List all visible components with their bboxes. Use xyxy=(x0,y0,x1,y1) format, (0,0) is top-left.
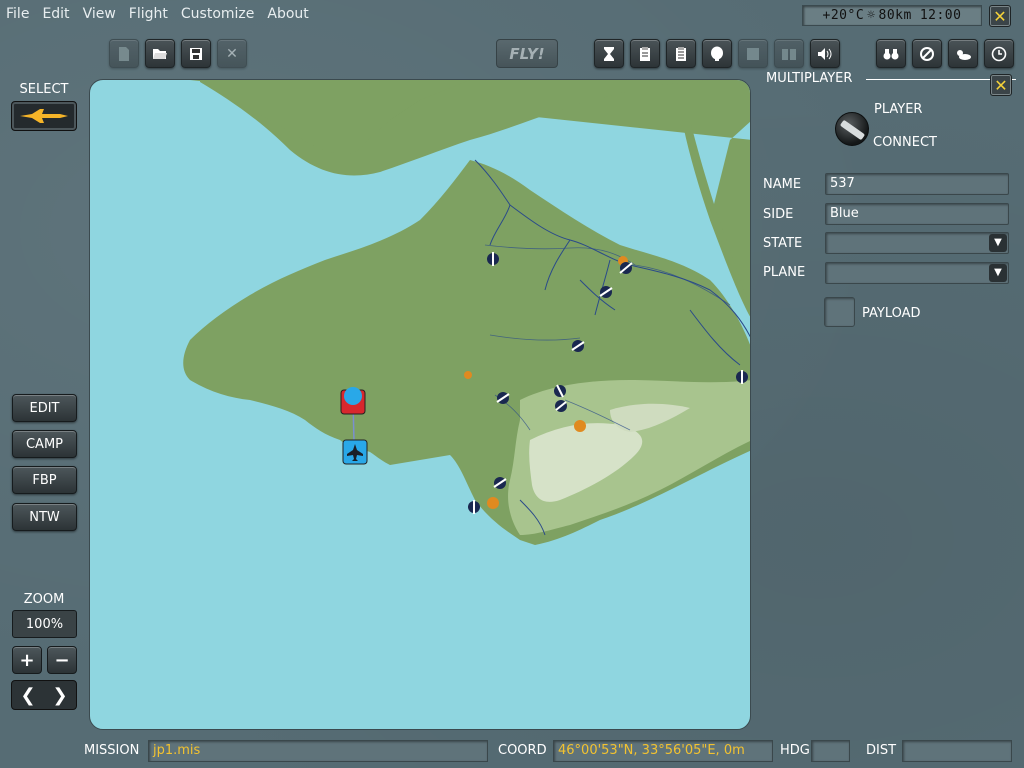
close-x-icon: ✕ xyxy=(226,45,238,62)
name-field[interactable]: 537 xyxy=(825,173,1009,195)
multiplayer-title: MULTIPLAYER xyxy=(766,71,853,86)
town-marker xyxy=(574,420,586,432)
zoom-label: ZOOM xyxy=(23,592,65,607)
airfield-marker[interactable] xyxy=(493,477,507,489)
temperature-text: +20°C xyxy=(822,8,865,23)
weather-readout: +20°C ☼ 80km 12:00 xyxy=(802,5,982,26)
mode-selector-knob[interactable] xyxy=(835,112,869,146)
map-page-button[interactable] xyxy=(738,39,768,68)
plane-label: PLANE xyxy=(763,265,806,280)
town-marker xyxy=(487,497,499,509)
state-label: STATE xyxy=(763,236,803,251)
save-mission-button[interactable] xyxy=(181,39,211,68)
open-folder-icon xyxy=(153,48,167,59)
book-button[interactable] xyxy=(774,39,804,68)
menu-edit[interactable]: Edit xyxy=(42,6,69,22)
clock-button[interactable] xyxy=(984,39,1014,68)
close-mission-button[interactable]: ✕ xyxy=(217,39,247,68)
pan-left-button[interactable]: ❮ xyxy=(13,685,43,706)
close-icon: ✕ xyxy=(993,6,1007,26)
checklist-button[interactable] xyxy=(666,39,696,68)
chevron-down-icon[interactable]: ▼ xyxy=(989,234,1007,252)
hdg-field xyxy=(811,740,850,762)
fly-button[interactable]: FLY! xyxy=(496,39,558,68)
hdg-label: HDG xyxy=(780,743,810,758)
new-file-icon xyxy=(119,46,129,61)
checklist-icon xyxy=(676,46,686,61)
coord-field: 46°00'53"N, 33°56'05"E, 0m xyxy=(553,740,773,762)
weather-cloud-icon xyxy=(957,49,971,60)
new-mission-button[interactable] xyxy=(109,39,139,68)
open-mission-button[interactable] xyxy=(145,39,175,68)
crimea-peninsula-land xyxy=(183,160,750,545)
no-entry-button[interactable] xyxy=(912,39,942,68)
select-plane-button[interactable] xyxy=(11,101,77,131)
dist-field xyxy=(902,740,1012,762)
speaker-icon xyxy=(818,47,832,60)
player-option[interactable]: PLAYER xyxy=(874,102,922,117)
payload-label: PAYLOAD xyxy=(862,306,921,321)
sound-button[interactable] xyxy=(810,39,840,68)
briefing-button[interactable] xyxy=(630,39,660,68)
side-field[interactable]: Blue xyxy=(825,203,1009,225)
airfield-marker[interactable] xyxy=(619,262,633,274)
payload-checkbox[interactable] xyxy=(824,297,855,327)
airfield-marker[interactable] xyxy=(496,392,510,404)
menu-flight[interactable]: Flight xyxy=(129,6,168,22)
dist-label: DIST xyxy=(866,743,897,758)
menu-customize[interactable]: Customize xyxy=(181,6,255,22)
map-canvas xyxy=(183,80,750,545)
binoculars-icon xyxy=(883,48,899,59)
map-page-icon xyxy=(747,47,759,60)
no-entry-icon xyxy=(920,46,934,61)
plane-dropdown[interactable]: ▼ xyxy=(825,262,1009,284)
name-label: NAME xyxy=(763,177,802,192)
coord-label: COORD xyxy=(498,743,547,758)
camp-button[interactable]: CAMP xyxy=(12,430,77,458)
close-app-button[interactable]: ✕ xyxy=(989,5,1011,27)
state-dropdown[interactable]: ▼ xyxy=(825,232,1009,254)
save-disk-icon xyxy=(190,47,202,60)
pilot-head-icon xyxy=(711,46,723,61)
player-aircraft-marker[interactable] xyxy=(342,439,368,465)
mission-map[interactable] xyxy=(89,79,751,730)
close-icon: ✕ xyxy=(994,75,1008,95)
zoom-out-button[interactable]: − xyxy=(47,646,77,674)
mission-field: jp1.mis xyxy=(148,740,488,762)
connect-option[interactable]: CONNECT xyxy=(873,135,937,150)
menu-file[interactable]: File xyxy=(6,6,29,22)
binoculars-button[interactable] xyxy=(876,39,906,68)
time-text: 12:00 xyxy=(919,8,962,23)
menu-about[interactable]: About xyxy=(267,6,308,22)
book-icon xyxy=(782,48,796,60)
briefing-icon xyxy=(640,46,650,61)
visibility-text: 80km xyxy=(878,8,912,23)
target-waypoint-marker[interactable] xyxy=(340,387,366,415)
airfield-marker[interactable] xyxy=(599,286,613,298)
ntw-button[interactable]: NTW xyxy=(12,503,77,531)
sun-icon: ☼ xyxy=(867,8,876,23)
airfield-marker[interactable] xyxy=(571,340,585,352)
select-label: SELECT xyxy=(19,82,69,97)
time-button[interactable] xyxy=(594,39,624,68)
hourglass-icon xyxy=(604,46,614,61)
chevron-down-icon[interactable]: ▼ xyxy=(989,264,1007,282)
zoom-value: 100% xyxy=(12,610,77,638)
airfield-marker[interactable] xyxy=(555,400,567,412)
edit-button[interactable]: EDIT xyxy=(12,394,77,422)
close-multiplayer-button[interactable]: ✕ xyxy=(990,74,1012,96)
pan-right-button[interactable]: ❯ xyxy=(45,685,75,706)
fbp-button[interactable]: FBP xyxy=(12,466,77,494)
weather-button[interactable] xyxy=(948,39,978,68)
pan-control: ❮ ❯ xyxy=(11,680,77,710)
jet-silhouette-icon xyxy=(20,109,68,123)
menu-view[interactable]: View xyxy=(83,6,116,22)
airfield-marker[interactable] xyxy=(554,384,566,398)
town-marker xyxy=(464,371,472,379)
pilot-button[interactable] xyxy=(702,39,732,68)
side-label: SIDE xyxy=(763,207,794,222)
mission-label: MISSION xyxy=(84,743,140,758)
clock-icon xyxy=(991,46,1007,61)
zoom-in-button[interactable]: + xyxy=(12,646,42,674)
